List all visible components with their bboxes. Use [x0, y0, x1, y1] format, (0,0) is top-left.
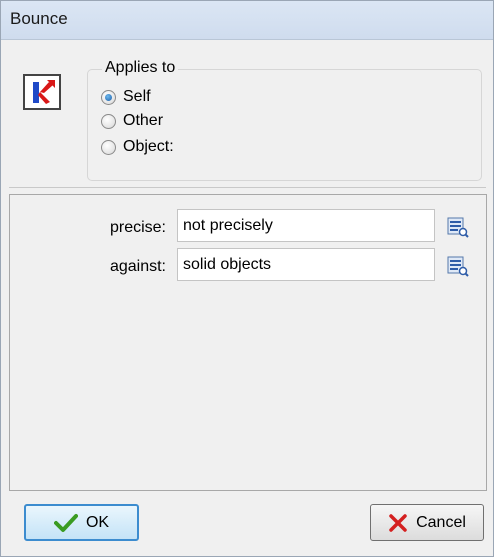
radio-other-button[interactable]	[101, 113, 116, 129]
against-label: against:	[109, 258, 166, 275]
red-x-icon	[389, 513, 407, 532]
ok-button[interactable]: OK	[24, 504, 139, 541]
precise-browse-icon[interactable]	[447, 216, 469, 238]
radio-other[interactable]: Other	[101, 110, 163, 132]
radio-other-label: Other	[123, 112, 164, 129]
checkmark-icon	[53, 513, 78, 532]
precise-label: precise:	[109, 219, 166, 236]
window-title: Bounce	[10, 9, 68, 28]
title-bar[interactable]: Bounce	[1, 1, 493, 40]
bounce-dialog: Bounce Applies to Self Other Object: pre…	[0, 0, 494, 557]
radio-self-label: Self	[123, 88, 151, 105]
against-field[interactable]: solid objects	[177, 248, 435, 281]
ok-button-label: OK	[85, 513, 110, 531]
radio-self[interactable]: Self	[101, 86, 151, 108]
radio-object-button[interactable]	[101, 139, 116, 155]
radio-self-button[interactable]	[101, 89, 116, 105]
cancel-button-label: Cancel	[416, 513, 466, 531]
separator	[9, 187, 486, 188]
cancel-button[interactable]: Cancel	[370, 504, 484, 541]
precise-field[interactable]: not precisely	[177, 209, 435, 242]
applies-to-legend: Applies to	[102, 59, 179, 77]
bounce-action-icon	[23, 74, 61, 110]
radio-object-label: Object:	[123, 138, 174, 155]
radio-object[interactable]: Object:	[101, 136, 174, 158]
against-browse-icon[interactable]	[447, 255, 469, 277]
